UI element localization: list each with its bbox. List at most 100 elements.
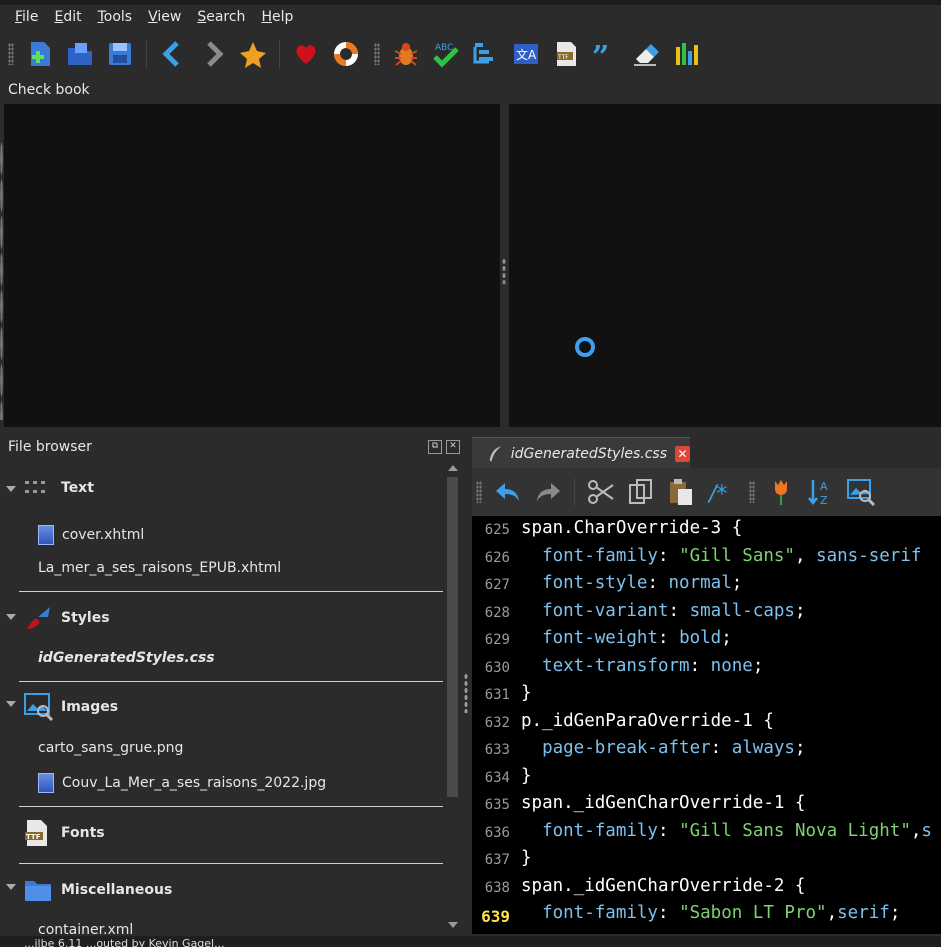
heart-icon[interactable] bbox=[289, 37, 323, 71]
expand-arrow-icon[interactable] bbox=[6, 701, 16, 707]
scroll-up-icon[interactable] bbox=[448, 465, 458, 471]
menu-file[interactable]: File bbox=[7, 5, 46, 30]
menu-bar: File Edit Tools View Search Help bbox=[0, 5, 941, 30]
menu-edit[interactable]: Edit bbox=[46, 5, 89, 30]
menu-view[interactable]: View bbox=[140, 5, 189, 30]
tulip-icon[interactable] bbox=[764, 475, 798, 509]
category-fonts[interactable]: TTF Fonts bbox=[24, 819, 105, 847]
new-file-icon[interactable] bbox=[23, 37, 57, 71]
code-line[interactable]: font-style: normal; bbox=[521, 573, 742, 593]
file-browser-scrollbar[interactable] bbox=[444, 459, 461, 934]
save-icon[interactable] bbox=[103, 37, 137, 71]
divider bbox=[19, 863, 443, 864]
category-miscellaneous[interactable]: Miscellaneous bbox=[24, 878, 172, 902]
toolbar-separator bbox=[146, 40, 147, 68]
file-item[interactable]: Couv_La_Mer_a_ses_raisons_2022.jpg bbox=[38, 773, 326, 793]
code-line[interactable]: span.CharOverride-3 { bbox=[521, 518, 742, 538]
toolbar-grip[interactable] bbox=[476, 481, 482, 503]
file-item[interactable]: container.xml bbox=[38, 922, 133, 934]
file-item[interactable]: La_mer_a_ses_raisons_EPUB.xhtml bbox=[38, 560, 281, 576]
toolbar-grip[interactable] bbox=[374, 43, 380, 65]
file-item-active[interactable]: idGeneratedStyles.css bbox=[38, 650, 215, 666]
code-line[interactable]: span._idGenCharOverride-2 { bbox=[521, 876, 805, 896]
code-line[interactable]: font-family: "Gill Sans Nova Light",s bbox=[521, 821, 932, 841]
panel-splitter[interactable] bbox=[502, 258, 506, 284]
code-line[interactable]: font-variant: small-caps; bbox=[521, 601, 805, 621]
comment-icon[interactable]: /* bbox=[704, 475, 738, 509]
quote-icon[interactable]: ” bbox=[589, 37, 623, 71]
line-number: 631 bbox=[484, 687, 510, 703]
menu-search[interactable]: Search bbox=[189, 5, 253, 30]
line-number: 635 bbox=[484, 797, 510, 813]
toolbar-grip[interactable] bbox=[8, 43, 14, 65]
category-text[interactable]: Text bbox=[24, 479, 94, 497]
current-line-number: 639 bbox=[481, 907, 510, 926]
lifebuoy-icon[interactable] bbox=[329, 37, 363, 71]
scroll-down-icon[interactable] bbox=[448, 922, 458, 928]
undo-icon[interactable] bbox=[491, 475, 525, 509]
code-line[interactable]: page-break-after: always; bbox=[521, 738, 805, 758]
xhtml-file-icon bbox=[38, 525, 54, 545]
copy-icon[interactable] bbox=[624, 475, 658, 509]
expand-arrow-icon[interactable] bbox=[6, 486, 16, 492]
text-category-icon bbox=[25, 481, 45, 493]
line-number: 627 bbox=[484, 577, 510, 593]
sort-az-icon[interactable]: AZ bbox=[804, 475, 838, 509]
dock-edge-grip[interactable] bbox=[0, 140, 3, 420]
divider bbox=[19, 806, 443, 807]
category-styles[interactable]: Styles bbox=[24, 605, 110, 631]
code-line[interactable]: span._idGenCharOverride-1 { bbox=[521, 793, 805, 813]
code-line[interactable]: font-family: "Gill Sans", sans-serif bbox=[521, 546, 921, 566]
line-number: 625 bbox=[484, 522, 510, 538]
loading-spinner-icon bbox=[575, 337, 595, 357]
checkbook-panel-right bbox=[509, 104, 941, 427]
font-ttf-icon[interactable]: TTF bbox=[549, 37, 583, 71]
translate-icon[interactable]: 文A bbox=[509, 37, 543, 71]
chart-icon[interactable] bbox=[669, 37, 703, 71]
close-panel-icon[interactable]: ✕ bbox=[446, 440, 460, 454]
menu-tools[interactable]: Tools bbox=[90, 5, 141, 30]
expand-arrow-icon[interactable] bbox=[6, 884, 16, 890]
back-icon[interactable] bbox=[156, 37, 190, 71]
forward-icon[interactable] bbox=[196, 37, 230, 71]
svg-text:TTF: TTF bbox=[26, 833, 41, 841]
folder-icon bbox=[25, 881, 51, 901]
code-line[interactable]: } bbox=[521, 766, 532, 786]
quill-icon bbox=[489, 446, 501, 461]
scroll-thumb[interactable] bbox=[447, 477, 458, 797]
line-number: 638 bbox=[484, 880, 510, 896]
code-line[interactable]: } bbox=[521, 848, 532, 868]
line-number: 626 bbox=[484, 550, 510, 566]
svg-text:ABC: ABC bbox=[435, 43, 453, 53]
code-editor[interactable]: span.CharOverride-3 { font-family: "Gill… bbox=[516, 516, 941, 934]
file-item[interactable]: carto_sans_grue.png bbox=[38, 740, 183, 756]
file-browser-title: File browser bbox=[8, 439, 92, 455]
bug-icon[interactable] bbox=[389, 37, 423, 71]
close-tab-icon[interactable]: ✕ bbox=[675, 445, 690, 462]
open-folder-icon[interactable] bbox=[63, 37, 97, 71]
cut-icon[interactable] bbox=[584, 475, 618, 509]
line-number: 636 bbox=[484, 825, 510, 841]
vertical-splitter[interactable] bbox=[464, 673, 468, 713]
paste-icon[interactable] bbox=[664, 475, 698, 509]
code-line[interactable]: } bbox=[521, 683, 532, 703]
redo-icon[interactable] bbox=[531, 475, 565, 509]
editor-tab[interactable]: idGeneratedStyles.css ✕ bbox=[472, 437, 690, 469]
code-line[interactable]: font-weight: bold; bbox=[521, 628, 732, 648]
image-search-icon[interactable] bbox=[844, 475, 878, 509]
category-images[interactable]: Images bbox=[24, 693, 118, 721]
line-number: 632 bbox=[484, 715, 510, 731]
code-line[interactable]: p._idGenParaOverride-1 { bbox=[521, 711, 774, 731]
toolbar-grip[interactable] bbox=[749, 481, 755, 503]
toc-icon[interactable] bbox=[469, 37, 503, 71]
divider bbox=[19, 591, 443, 592]
file-item[interactable]: cover.xhtml bbox=[38, 525, 144, 545]
menu-help[interactable]: Help bbox=[253, 5, 301, 30]
code-line[interactable]: font-family: "Sabon LT Pro",serif; bbox=[521, 903, 900, 923]
eraser-icon[interactable] bbox=[629, 37, 663, 71]
pin-icon[interactable] bbox=[236, 37, 270, 71]
spellcheck-icon[interactable]: ABC bbox=[429, 37, 463, 71]
expand-arrow-icon[interactable] bbox=[6, 614, 16, 620]
float-panel-icon[interactable]: ⧉ bbox=[428, 440, 442, 454]
code-line[interactable]: text-transform: none; bbox=[521, 656, 763, 676]
